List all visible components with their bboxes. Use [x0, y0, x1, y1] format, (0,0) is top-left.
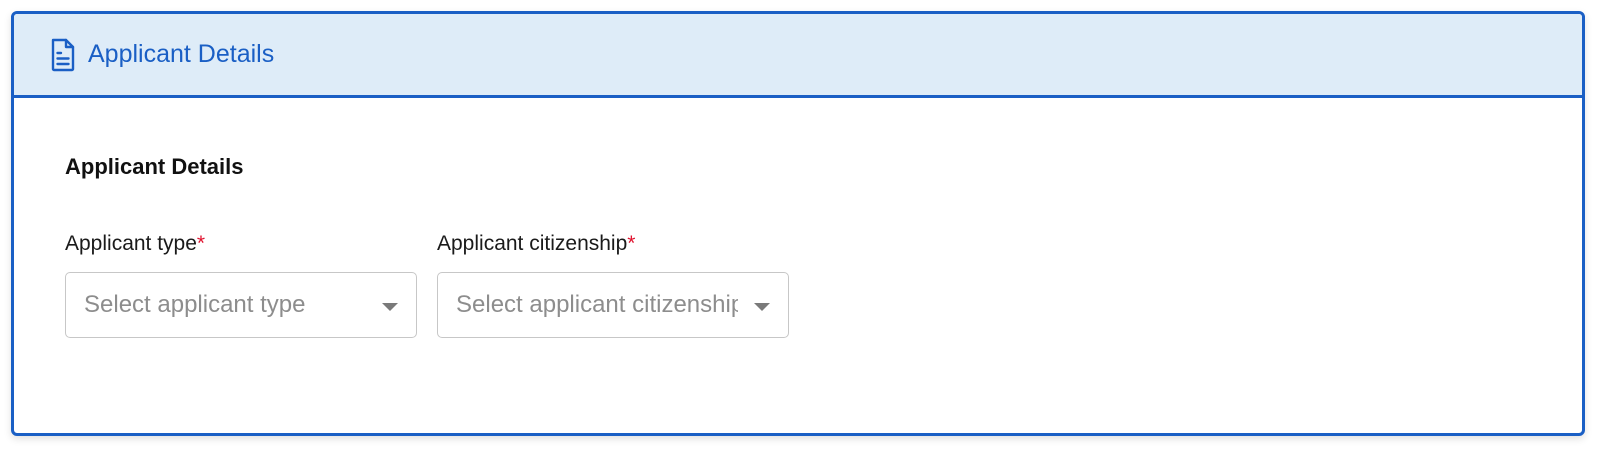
applicant-details-card: Applicant Details Applicant Details Appl…: [11, 11, 1585, 436]
card-body: Applicant Details Applicant type* Select…: [14, 98, 1582, 338]
document-icon: [50, 38, 76, 72]
applicant-type-placeholder: Select applicant type: [84, 291, 306, 318]
form-fields-row: Applicant type* Select applicant type Ap…: [65, 232, 1582, 338]
card-header-title: Applicant Details: [88, 40, 275, 68]
applicant-type-field: Applicant type* Select applicant type: [65, 232, 417, 338]
applicant-citizenship-select[interactable]: Select applicant citizenship: [437, 272, 789, 338]
chevron-down-icon: [382, 303, 398, 311]
applicant-type-label: Applicant type*: [65, 232, 417, 256]
applicant-citizenship-label-text: Applicant citizenship: [437, 232, 628, 255]
applicant-citizenship-placeholder: Select applicant citizenship: [456, 291, 738, 318]
applicant-citizenship-label: Applicant citizenship*: [437, 232, 789, 256]
applicant-type-label-text: Applicant type: [65, 232, 197, 255]
required-asterisk: *: [627, 232, 636, 255]
card-header: Applicant Details: [14, 14, 1582, 98]
required-asterisk: *: [196, 232, 206, 255]
applicant-citizenship-field: Applicant citizenship* Select applicant …: [437, 232, 789, 338]
chevron-down-icon: [754, 303, 770, 311]
section-title: Applicant Details: [65, 154, 244, 179]
applicant-type-select[interactable]: Select applicant type: [65, 272, 417, 338]
